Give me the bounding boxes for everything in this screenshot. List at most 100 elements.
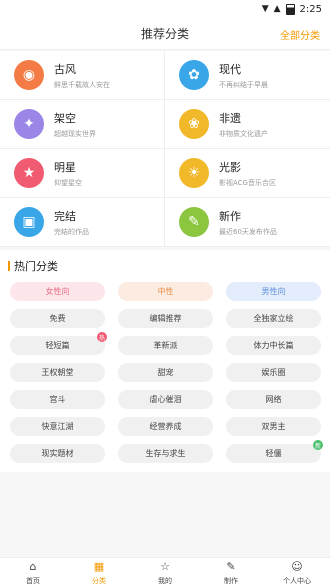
category-item[interactable]: ☀ 光影影视ACG音乐合区 bbox=[165, 149, 330, 198]
tag-chip[interactable]: 编辑推荐 bbox=[118, 309, 213, 328]
tag-chip[interactable]: 体力中长篇 bbox=[226, 336, 321, 355]
tag-chip[interactable]: 女性向 bbox=[10, 282, 105, 301]
tag-label: 经营养成 bbox=[149, 422, 182, 431]
star-outline-icon: ☆ bbox=[160, 559, 170, 573]
category-desc: 影视ACG音乐合区 bbox=[219, 178, 276, 187]
book-check-icon: ▣ bbox=[14, 207, 44, 237]
signal-icon: ▲ bbox=[273, 3, 281, 14]
flower-icon: ✿ bbox=[179, 60, 209, 90]
tag-badge: 热 bbox=[97, 332, 107, 342]
category-desc: 最近60天发布作品 bbox=[219, 227, 277, 236]
tag-chip[interactable]: 男性向 bbox=[226, 282, 321, 301]
tab-label: 个人中心 bbox=[283, 576, 311, 585]
tag-label: 王权朝堂 bbox=[41, 368, 74, 377]
status-time: 2:25 bbox=[299, 3, 322, 15]
star-glasses-icon: ★ bbox=[14, 158, 44, 188]
tag-chip[interactable]: 生存与求生 bbox=[118, 444, 213, 463]
tag-label: 轻短篇 bbox=[45, 341, 70, 350]
tag-label: 双男主 bbox=[261, 422, 286, 431]
tag-chip[interactable]: 轻短篇 热 bbox=[10, 332, 107, 355]
category-desc: 超越现实世界 bbox=[54, 129, 96, 138]
tab-label: 分类 bbox=[92, 576, 106, 585]
tag-label: 革新派 bbox=[153, 341, 178, 350]
tab-item[interactable]: ☺ 个人中心 bbox=[264, 558, 330, 588]
category-text: 非遗 非物质文化遗产 bbox=[219, 110, 268, 139]
tag-chip[interactable]: 全独家立绘 bbox=[226, 309, 321, 328]
category-name: 完结 bbox=[54, 209, 76, 223]
all-categories-link[interactable]: 全部分类 bbox=[280, 27, 320, 42]
hot-categories-title: 热门分类 bbox=[14, 260, 58, 273]
tag-label: 宫斗 bbox=[49, 395, 66, 404]
tag-chip[interactable]: 王权朝堂 bbox=[10, 363, 105, 382]
tag-label: 快意江湖 bbox=[41, 422, 74, 431]
hot-categories-heading: 热门分类 bbox=[8, 258, 58, 274]
hot-categories-section: 热门分类 女性向 中性 男性向 免费 编辑推荐 全独家立绘 轻短篇 热革新派 体力中长篇 王权朝堂… bbox=[0, 250, 330, 472]
tab-item[interactable]: ✎ 制作 bbox=[198, 558, 264, 588]
tab-item[interactable]: ⌂ 首页 bbox=[0, 558, 66, 588]
tag-chip[interactable]: 虐心催泪 bbox=[118, 390, 213, 409]
battery-icon bbox=[285, 3, 295, 15]
category-text: 新作 最近60天发布作品 bbox=[219, 208, 277, 237]
category-name: 非遗 bbox=[219, 111, 241, 125]
tag-chip[interactable]: 革新派 bbox=[118, 336, 213, 355]
category-name: 古风 bbox=[54, 62, 76, 76]
tab-label: 我的 bbox=[158, 576, 172, 585]
category-grid: ◉ 古风 鲜思千载故人安在 ✿ 现代 不再纠结于早晨 ✦ 架空 超越现实世界 ❀ 非遗 非物质文化遗产… bbox=[0, 51, 330, 247]
tag-label: 虐心催泪 bbox=[149, 395, 182, 404]
tag-label: 生存与求生 bbox=[145, 449, 186, 458]
category-item[interactable]: ★ 明星仰望星空 bbox=[0, 149, 165, 198]
category-name: 光影 bbox=[219, 160, 241, 174]
status-bar: ▼ ▲ 2:25 bbox=[0, 0, 330, 18]
tag-chip[interactable]: 免费 bbox=[10, 309, 105, 328]
tag-label: 中性 bbox=[157, 287, 174, 296]
category-text: 明星 仰望星空 bbox=[54, 159, 82, 188]
tag-label: 男性向 bbox=[261, 287, 286, 296]
bloom-icon: ❀ bbox=[179, 109, 209, 139]
category-text: 完结 完结的作品 bbox=[54, 208, 89, 237]
tab-label: 首页 bbox=[26, 576, 40, 585]
category-name: 现代 bbox=[219, 62, 241, 76]
category-item[interactable]: ▣ 完结 完结的作品 bbox=[0, 198, 165, 247]
fan-icon: ◉ bbox=[14, 60, 44, 90]
tag-label: 全独家立绘 bbox=[253, 314, 294, 323]
grid-icon: ▦ bbox=[93, 559, 105, 573]
tag-chip[interactable]: 宫斗 bbox=[10, 390, 105, 409]
category-name: 明星 bbox=[54, 160, 76, 174]
tag-label: 编辑推荐 bbox=[149, 314, 182, 323]
tag-label: 免费 bbox=[49, 314, 66, 323]
tab-item[interactable]: ☆ 我的 bbox=[132, 558, 198, 588]
page-title: 推荐分类 bbox=[140, 27, 189, 41]
edit-icon: ✎ bbox=[226, 559, 236, 573]
tag-label: 女性向 bbox=[45, 287, 70, 296]
category-item[interactable]: ◉ 古风 鲜思千载故人安在 bbox=[0, 51, 165, 100]
category-item[interactable]: ❀ 非遗非物质文化遗产 bbox=[165, 100, 330, 149]
tag-chip[interactable]: 快意江湖 bbox=[10, 417, 105, 436]
tag-chip[interactable]: 娱乐圈 bbox=[226, 363, 321, 382]
category-desc: 不再纠结于早晨 bbox=[219, 80, 268, 89]
category-text: 光影影视ACG音乐合区 bbox=[219, 159, 276, 188]
sun-icon: ☀ bbox=[179, 158, 209, 188]
heading-accent-bar bbox=[8, 261, 10, 271]
tag-chip[interactable]: 甜宠 bbox=[118, 363, 213, 382]
tag-chip[interactable]: 轻僵 新 bbox=[226, 440, 323, 463]
home-icon: ⌂ bbox=[29, 559, 37, 573]
tag-badge: 新 bbox=[313, 440, 323, 450]
tag-chip[interactable]: 中性 bbox=[118, 282, 213, 301]
tab-label: 制作 bbox=[224, 576, 238, 585]
category-text: 现代 不再纠结于早晨 bbox=[219, 61, 268, 90]
planet-icon: ✦ bbox=[14, 109, 44, 139]
tag-label: 现实题材 bbox=[41, 449, 74, 458]
tag-chip[interactable]: 经营养成 bbox=[118, 417, 213, 436]
tag-chip[interactable]: 双男主 bbox=[226, 417, 321, 436]
category-item[interactable]: ✎ 新作 最近60天发布作品 bbox=[165, 198, 330, 247]
category-item[interactable]: ✿ 现代不再纠结于早晨 bbox=[165, 51, 330, 100]
category-desc: 非物质文化遗产 bbox=[219, 129, 268, 138]
tag-chip[interactable]: 现实题材 bbox=[10, 444, 105, 463]
tag-label: 娱乐圈 bbox=[261, 368, 286, 377]
category-item[interactable]: ✦ 架空 超越现实世界 bbox=[0, 100, 165, 149]
category-desc: 仰望星空 bbox=[54, 178, 82, 187]
tab-item[interactable]: ▦ 分类 bbox=[66, 558, 132, 588]
tag-chip[interactable]: 网络 bbox=[226, 390, 321, 409]
tag-label: 轻僵 bbox=[265, 449, 282, 458]
tag-label: 网络 bbox=[265, 395, 282, 404]
